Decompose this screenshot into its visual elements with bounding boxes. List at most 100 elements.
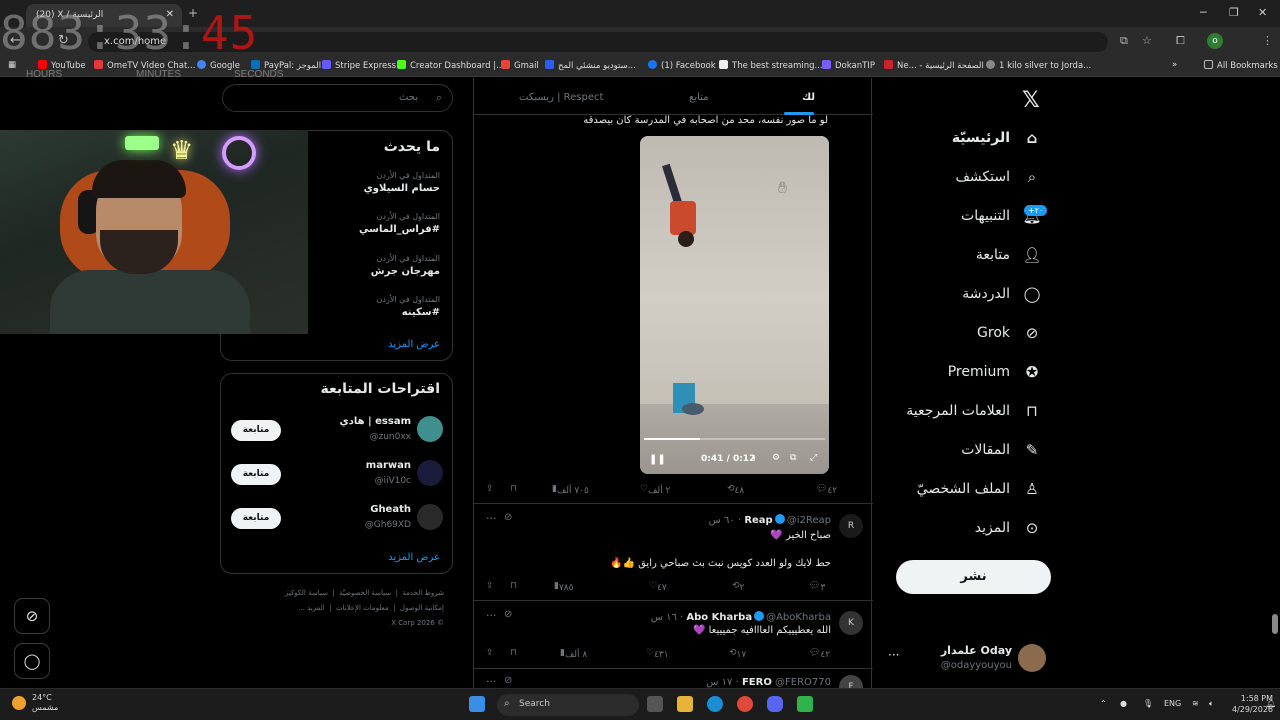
more-icon[interactable]: ··· [486, 675, 497, 688]
task-view-icon[interactable] [647, 696, 663, 712]
repost-action[interactable]: ⟲ ٤٨ [727, 484, 744, 496]
bookmark-icon[interactable]: ⊓ [510, 484, 517, 494]
file-explorer-icon[interactable] [677, 696, 693, 712]
tweet[interactable]: F FERO @FERO770 · ١٧ س ··· ⊘ [474, 668, 873, 688]
edge-icon[interactable] [707, 696, 723, 712]
volume-icon[interactable]: 🔈︎ [752, 453, 757, 463]
all-bookmarks[interactable]: All Bookmarks [1204, 60, 1278, 71]
bookmark-star-icon[interactable]: ☆ [1142, 34, 1152, 47]
trend-item[interactable]: المتداول في الأردن #فراس_الماسي [359, 212, 440, 235]
settings-gear-icon[interactable]: ⚙ [772, 453, 780, 463]
bookmarks-overflow-icon[interactable]: » [1172, 60, 1177, 70]
follow-button[interactable]: متابعة [231, 420, 281, 441]
repost-action[interactable]: ⟲ ١٧ [729, 648, 746, 660]
grok-icon[interactable]: ⊘ [504, 512, 512, 523]
notification-bell-icon[interactable]: 🔔︎ [1266, 699, 1276, 708]
tab-for-you[interactable]: لك [802, 92, 815, 103]
footer-link[interactable]: إمكانية الوصول [400, 604, 444, 612]
footer-link[interactable]: المزيد ... [298, 604, 325, 612]
post-button[interactable]: نشر [896, 560, 1051, 594]
fullscreen-icon[interactable]: ⤢ [810, 453, 817, 463]
share-icon[interactable]: ⇪ [486, 581, 494, 591]
messages-float-icon[interactable]: ◯ [14, 643, 50, 679]
video-progress-bar[interactable] [644, 438, 825, 440]
bookmark-silver[interactable]: 1 kilo silver to Jorda... [986, 60, 1091, 71]
tweet[interactable]: R Reap@i2Reap · ٦٠ س صباح الخير 💜 حط لاي… [474, 503, 873, 600]
like-action[interactable]: ♡ ٤٣١ [646, 648, 669, 660]
apps-grid-icon[interactable]: ▦ [8, 60, 16, 70]
nav-profile[interactable]: ♙ الملف الشخصيّ [917, 479, 1042, 499]
reply-action[interactable]: 💬︎ ٤٢ [809, 648, 830, 660]
reply-action[interactable]: 💬︎ ٤٢ [816, 484, 837, 496]
tweet[interactable]: K Abo Kharba@AboKharba · ١٦ س الله يعطيي… [474, 600, 873, 668]
nav-premium[interactable]: ✪ Premium [948, 362, 1042, 382]
app-icon[interactable] [797, 696, 813, 712]
views-action[interactable]: ▮ ٧٠٥ ألف [552, 484, 589, 496]
reply-action[interactable]: 💬︎ ٣ [809, 581, 825, 593]
tweet-avatar[interactable]: F [839, 675, 863, 688]
microphone-icon[interactable]: 🎙︎ [1143, 699, 1153, 708]
account-switcher[interactable]: علمدار Oday @odayyouyou ··· [884, 638, 1050, 674]
bookmark-x-home[interactable]: Ne... - الصفحة الرئيسية [884, 60, 984, 71]
tweet-avatar[interactable]: R [839, 514, 863, 538]
nav-home[interactable]: ⌂ الرئيسيّة [952, 128, 1042, 148]
tweet-avatar[interactable]: K [839, 611, 863, 635]
wifi-icon[interactable]: ≋ [1192, 699, 1199, 708]
repost-action[interactable]: ⟲ ٢ [732, 581, 744, 593]
weather-widget[interactable]: 24°C مشمس [12, 693, 58, 713]
follow-button[interactable]: متابعة [231, 464, 281, 485]
profile-avatar[interactable]: o [1207, 33, 1223, 49]
follow-suggestion[interactable]: marwan @iiV10c متابعة [231, 458, 443, 492]
share-icon[interactable]: ⇪ [486, 648, 494, 658]
tweet-video[interactable]: ✋︎ ❚❚ 0:41 / 0:12 🔈︎ ⚙ ⧉ ⤢ [640, 136, 829, 474]
like-action[interactable]: ♡ ٤٧ [649, 581, 667, 593]
extensions-icon[interactable]: ⧠ [1176, 34, 1185, 48]
windows-start-icon[interactable] [469, 696, 485, 712]
nav-bookmarks[interactable]: ⊓ العلامات المرجعية [906, 401, 1042, 421]
maximize-icon[interactable]: ❐ [1229, 6, 1239, 19]
bookmark-gmail[interactable]: Gmail [501, 60, 539, 71]
pause-icon[interactable]: ❚❚ [649, 454, 666, 465]
grok-icon[interactable]: ⊘ [504, 609, 512, 620]
tray-app-icon[interactable]: ● [1120, 699, 1127, 708]
follow-suggestion[interactable]: essam | هادي @zun0xx متابعة [231, 414, 443, 448]
menu-kebab-icon[interactable]: ⋮ [1262, 34, 1273, 47]
views-action[interactable]: ▮ ٨ ألف [560, 648, 587, 660]
tab-respect[interactable]: ريسبكت | Respect [519, 92, 603, 103]
bookmark-stripe[interactable]: Stripe Express [322, 60, 396, 71]
like-action[interactable]: ♡ ٢ ألف [640, 484, 670, 496]
trend-item[interactable]: المتداول في الأردن مهرجان جرش [371, 254, 440, 277]
nav-explore[interactable]: ⌕ استكشف [955, 167, 1042, 187]
picture-in-picture-icon[interactable]: ⧉ [790, 453, 796, 463]
share-icon[interactable]: ⇪ [486, 484, 494, 494]
language-indicator[interactable]: ENG [1164, 699, 1181, 708]
minimize-icon[interactable]: ─ [1200, 6, 1207, 19]
x-logo-icon[interactable]: 𝕏 [1022, 88, 1040, 113]
volume-icon[interactable]: 🔈︎ [1209, 699, 1214, 709]
bookmark-facebook[interactable]: (1) Facebook [648, 60, 716, 71]
views-action[interactable]: ▮ ٧٨٥ [554, 581, 573, 593]
show-more-link[interactable]: عرض المزيد [388, 552, 440, 563]
bookmark-streaming[interactable]: The best streaming... [719, 60, 823, 71]
follow-button[interactable]: متابعة [231, 508, 281, 529]
nav-follow[interactable]: 👤︎ متابعة [976, 245, 1042, 265]
tray-overflow-icon[interactable]: ⌃ [1100, 699, 1107, 708]
tab-following[interactable]: متابع [689, 92, 709, 103]
nav-articles[interactable]: ✎ المقالات [961, 440, 1042, 460]
bookmark-icon[interactable]: ⊓ [510, 581, 517, 591]
taskbar-search[interactable]: ⌕ Search [497, 694, 639, 716]
grok-icon[interactable]: ⊘ [504, 675, 512, 686]
discord-icon[interactable] [767, 696, 783, 712]
cast-icon[interactable]: ⧉ [1120, 34, 1128, 48]
scrollbar-thumb[interactable] [1272, 614, 1278, 634]
more-icon[interactable]: ··· [486, 512, 497, 525]
nav-grok[interactable]: ⊘ Grok [977, 323, 1042, 343]
grok-float-icon[interactable]: ⊘ [14, 598, 50, 634]
nav-more[interactable]: ⊙ المزيد [975, 518, 1042, 538]
footer-link[interactable]: معلومات الإعلانات [336, 604, 389, 612]
trend-item[interactable]: المتداول في الأردن حسام السيلاوي [364, 171, 440, 194]
bookmark-icon[interactable]: ⊓ [510, 648, 517, 658]
bookmark-creator[interactable]: Creator Dashboard |... [397, 60, 504, 71]
footer-link[interactable]: سياسة الكوكيز [285, 589, 328, 597]
chrome-icon[interactable] [737, 696, 753, 712]
